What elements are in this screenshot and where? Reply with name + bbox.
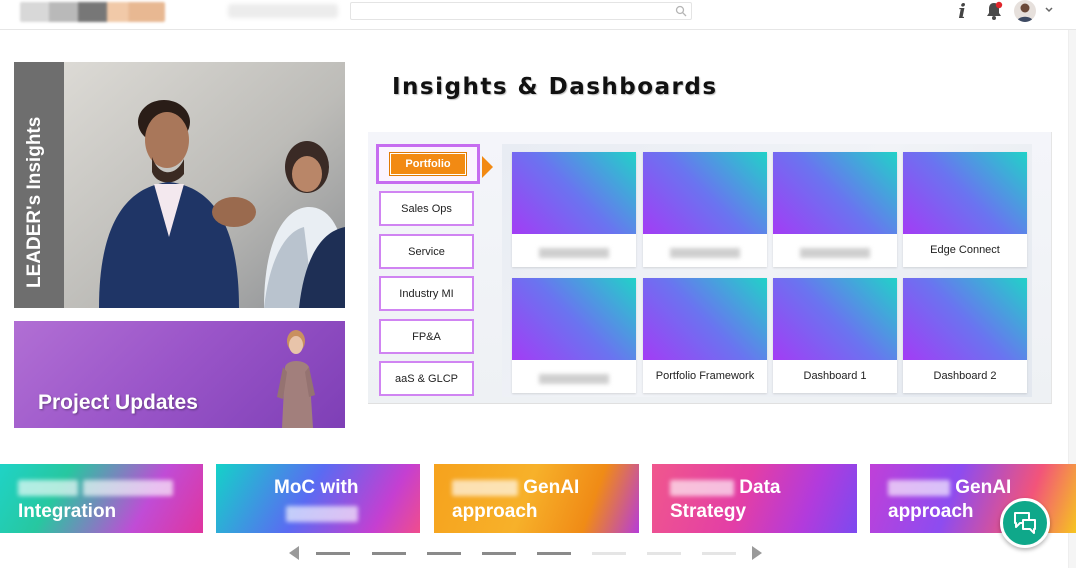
project-updates-card[interactable]: Project Updates	[14, 321, 345, 428]
carousel-tile-line2: Strategy	[670, 501, 747, 522]
site-name	[228, 4, 338, 18]
carousel-indicator[interactable]	[647, 552, 681, 555]
carousel-tile[interactable]: GenAI approach	[434, 464, 639, 533]
bell-icon[interactable]	[984, 1, 1004, 21]
carousel-prev-icon[interactable]	[289, 546, 299, 560]
carousel-indicator[interactable]	[592, 552, 626, 555]
carousel-tile-line2: approach	[452, 501, 538, 522]
category-industry-mi[interactable]: Industry MI	[379, 276, 474, 311]
top-bar: i	[0, 0, 1076, 30]
carousel-tile[interactable]: MoC with	[216, 464, 420, 533]
category-fpa[interactable]: FP&A	[379, 319, 474, 354]
dashboard-tile-portfolio-framework[interactable]: Portfolio Framework	[643, 278, 767, 393]
dashboard-tile-dashboard-1[interactable]: Dashboard 1	[773, 278, 897, 393]
category-sales-ops[interactable]: Sales Ops	[379, 191, 474, 226]
tile-label: Edge Connect	[930, 244, 1000, 256]
redacted-text	[670, 479, 734, 496]
tile-label-redacted	[670, 248, 740, 258]
carousel-tile-line2: Integration	[18, 501, 117, 522]
tile-thumbnail	[643, 152, 767, 234]
tile-label-redacted	[800, 248, 870, 258]
carousel-tile-line1	[18, 477, 174, 499]
person-image	[277, 330, 315, 428]
notification-dot	[995, 1, 1003, 9]
carousel-indicator[interactable]	[316, 552, 350, 555]
carousel-tile[interactable]: Integration	[0, 464, 203, 533]
carousel-tile-line1: GenAI	[888, 477, 1011, 499]
tile-thumbnail	[773, 152, 897, 234]
dashboard-tile[interactable]	[773, 152, 897, 267]
category-portfolio[interactable]: Portfolio	[376, 144, 480, 184]
carousel-indicator[interactable]	[702, 552, 736, 555]
category-aas-glcp[interactable]: aaS & GLCP	[379, 361, 474, 396]
redacted-text	[18, 479, 78, 496]
search-icon[interactable]	[675, 5, 687, 17]
leader-insights-card[interactable]: LEADER's Insights	[14, 62, 345, 308]
tile-label: Portfolio Framework	[655, 370, 755, 382]
dashboard-tile[interactable]	[643, 152, 767, 267]
dashboard-tile[interactable]	[512, 278, 636, 393]
search-input[interactable]	[357, 5, 667, 21]
carousel-indicator[interactable]	[427, 552, 461, 555]
project-updates-title: Project Updates	[38, 391, 198, 414]
redacted-text	[452, 479, 518, 496]
tile-thumbnail	[643, 278, 767, 360]
tile-label-redacted	[539, 374, 609, 384]
tile-label-redacted	[539, 248, 609, 258]
avatar[interactable]	[1014, 0, 1036, 22]
info-icon[interactable]: i	[955, 0, 969, 22]
carousel-tile-line1: Data	[670, 477, 780, 499]
chat-icon[interactable]	[1000, 498, 1050, 548]
carousel-tile-line2: approach	[888, 501, 974, 522]
carousel-tile-word: GenAI	[955, 477, 1012, 498]
tile-thumbnail	[512, 278, 636, 360]
category-label: Service	[408, 245, 445, 258]
tile-thumbnail	[903, 152, 1027, 234]
chevron-down-icon[interactable]	[1043, 4, 1055, 16]
category-service[interactable]: Service	[379, 234, 474, 269]
carousel-tile-word: Data	[739, 477, 781, 498]
carousel-tile-line1: MoC with	[274, 477, 359, 498]
page: i LEADER's Insights Project Updates Insi…	[0, 0, 1076, 568]
category-label: Portfolio	[390, 153, 466, 175]
carousel-tile-word: GenAI	[523, 477, 580, 498]
carousel-indicator[interactable]	[537, 552, 571, 555]
carousel-indicator[interactable]	[482, 552, 516, 555]
active-arrow-icon	[482, 156, 493, 178]
tile-thumbnail	[512, 152, 636, 234]
carousel-tile-line2	[286, 503, 358, 525]
carousel-indicator[interactable]	[372, 552, 406, 555]
tile-thumbnail	[903, 278, 1027, 360]
leader-photo	[64, 62, 345, 308]
category-label: Industry MI	[399, 287, 454, 300]
category-label: aaS & GLCP	[395, 372, 458, 385]
category-label: FP&A	[412, 330, 441, 343]
dashboard-tile-edge-connect[interactable]: Edge Connect	[903, 152, 1027, 267]
tile-label: Dashboard 2	[933, 370, 997, 382]
dashboard-tile[interactable]	[512, 152, 636, 267]
dashboard-tile-dashboard-2[interactable]: Dashboard 2	[903, 278, 1027, 393]
carousel-tile[interactable]: Data Strategy	[652, 464, 857, 533]
carousel-tile-line1: GenAI	[452, 477, 579, 499]
redacted-text	[83, 479, 174, 496]
redacted-text	[888, 479, 950, 496]
insights-title: Insights & Dashboards	[392, 74, 718, 100]
tile-label: Dashboard 1	[803, 370, 867, 382]
leader-insights-title: LEADER's Insights	[24, 116, 45, 288]
category-label: Sales Ops	[401, 202, 452, 215]
carousel-next-icon[interactable]	[752, 546, 762, 560]
search-box[interactable]	[350, 2, 692, 21]
tile-thumbnail	[773, 278, 897, 360]
redacted-text	[286, 505, 358, 522]
logo[interactable]	[20, 2, 165, 22]
